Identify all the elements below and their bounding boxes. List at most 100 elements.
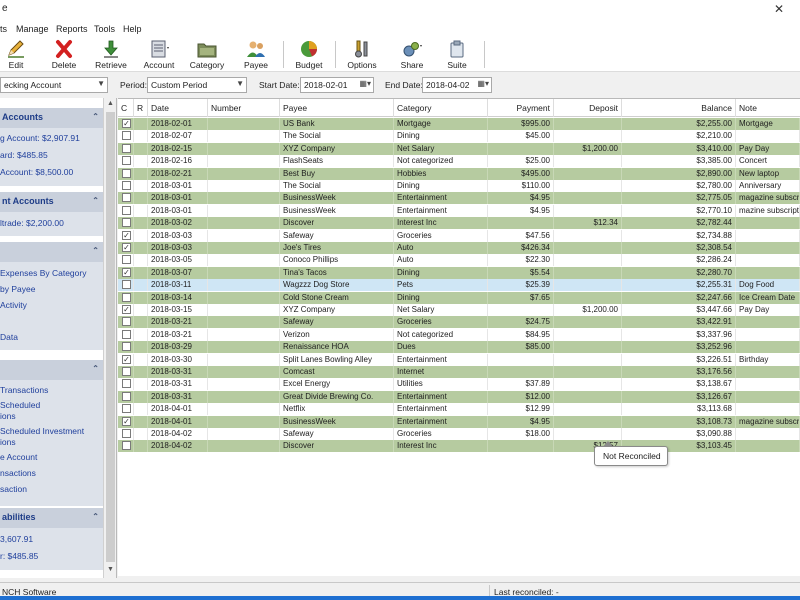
cell-date[interactable]: 2018-03-05: [148, 254, 208, 267]
col-header-balance[interactable]: Balance: [622, 99, 736, 117]
cell-payee[interactable]: US Bank: [280, 118, 394, 130]
share-button[interactable]: Share: [394, 38, 430, 71]
cell-date[interactable]: 2018-03-11: [148, 279, 208, 292]
menu-reports[interactable]: Reports: [56, 24, 88, 34]
cell-note[interactable]: [736, 130, 800, 143]
cell-date[interactable]: 2018-04-02: [148, 428, 208, 440]
cleared-checkbox[interactable]: [122, 280, 131, 290]
table-row[interactable]: 2018-02-15 XYZ Company Net Salary $1,200.00…: [118, 142, 800, 155]
cell-number[interactable]: [208, 180, 280, 192]
collapse-icon[interactable]: ⌃: [92, 364, 99, 373]
cell-payment[interactable]: [488, 217, 554, 230]
cleared-cell[interactable]: [118, 204, 134, 217]
cell-category[interactable]: Dining: [394, 291, 488, 304]
reconciled-cell[interactable]: [134, 254, 148, 267]
cell-note[interactable]: [736, 378, 800, 391]
cleared-checkbox[interactable]: [122, 317, 131, 327]
cell-date[interactable]: 2018-03-14: [148, 291, 208, 304]
cell-number[interactable]: [208, 155, 280, 168]
cell-balance[interactable]: $3,410.00: [622, 142, 736, 155]
cell-payee[interactable]: XYZ Company: [280, 304, 394, 316]
end-date-field[interactable]: 2018-04-02 ▦▾: [422, 77, 492, 93]
cell-note[interactable]: [736, 316, 800, 329]
reconciled-cell[interactable]: [134, 415, 148, 428]
cell-deposit[interactable]: [554, 155, 622, 168]
cell-note[interactable]: [736, 440, 800, 453]
cell-category[interactable]: Auto: [394, 254, 488, 267]
reconciled-cell[interactable]: [134, 242, 148, 254]
col-header-r[interactable]: R: [134, 99, 148, 117]
cleared-checkbox[interactable]: [122, 181, 131, 190]
collapse-icon[interactable]: ⌃: [92, 112, 99, 121]
cell-deposit[interactable]: [554, 204, 622, 217]
cell-number[interactable]: [208, 341, 280, 354]
table-row[interactable]: ✓ 2018-03-30 Split Lanes Bowling Alley Ente…: [118, 353, 800, 366]
cell-category[interactable]: Auto: [394, 242, 488, 254]
cleared-cell[interactable]: [118, 390, 134, 403]
table-row[interactable]: 2018-04-01 Netflix Entertainment $12.99 $3,1…: [118, 403, 800, 416]
table-row[interactable]: ✓ 2018-02-01 US Bank Mortgage $995.00 $2,255.…: [118, 118, 800, 130]
cell-payee[interactable]: The Social: [280, 130, 394, 143]
cell-note[interactable]: magazine subscrip: [736, 415, 800, 428]
sidebar-liability-total[interactable]: 3,607.91: [0, 534, 103, 551]
cell-category[interactable]: Groceries: [394, 316, 488, 329]
cell-note[interactable]: Dog Food: [736, 279, 800, 292]
cleared-checkbox[interactable]: [122, 292, 131, 302]
cell-note[interactable]: [736, 229, 800, 242]
cell-note[interactable]: [736, 390, 800, 403]
table-row[interactable]: 2018-03-01 BusinessWeek Entertainment $4.95…: [118, 204, 800, 217]
cleared-cell[interactable]: [118, 341, 134, 354]
cell-number[interactable]: [208, 266, 280, 279]
table-row[interactable]: 2018-03-21 Verizon Not categorized $84.95 $3…: [118, 328, 800, 341]
cell-payment[interactable]: $5.54: [488, 266, 554, 279]
col-header-payee[interactable]: Payee: [280, 99, 394, 117]
cell-date[interactable]: 2018-03-01: [148, 204, 208, 217]
sidebar-task-scheduled-investment[interactable]: Scheduled Investment: [0, 426, 103, 437]
cell-payee[interactable]: Wagzzz Dog Store: [280, 279, 394, 292]
cell-category[interactable]: Internet: [394, 366, 488, 378]
col-header-deposit[interactable]: Deposit: [554, 99, 622, 117]
cell-number[interactable]: [208, 366, 280, 378]
menu-manage[interactable]: Manage: [16, 24, 49, 34]
reconciled-cell[interactable]: [134, 403, 148, 416]
cell-payee[interactable]: Cold Stone Cream: [280, 291, 394, 304]
cleared-cell[interactable]: [118, 180, 134, 192]
collapse-icon[interactable]: ⌃: [92, 196, 99, 205]
cleared-checkbox[interactable]: [122, 218, 131, 228]
menu-help[interactable]: Help: [123, 24, 142, 34]
cell-payee[interactable]: Discover: [280, 217, 394, 230]
cell-deposit[interactable]: [554, 254, 622, 267]
cell-balance[interactable]: $3,138.67: [622, 378, 736, 391]
reconciled-cell[interactable]: [134, 204, 148, 217]
cell-number[interactable]: [208, 204, 280, 217]
cell-payee[interactable]: FlashSeats: [280, 155, 394, 168]
cell-category[interactable]: Dining: [394, 266, 488, 279]
cell-balance[interactable]: $2,782.44: [622, 217, 736, 230]
reconciled-cell[interactable]: [134, 440, 148, 453]
cleared-cell[interactable]: ✓: [118, 266, 134, 279]
cell-deposit[interactable]: [554, 403, 622, 416]
cell-deposit[interactable]: [554, 341, 622, 354]
reconciled-cell[interactable]: [134, 341, 148, 354]
cell-category[interactable]: Entertainment: [394, 403, 488, 416]
reconciled-cell[interactable]: [134, 390, 148, 403]
cleared-checkbox[interactable]: [122, 429, 131, 438]
cell-balance[interactable]: $3,447.66: [622, 304, 736, 316]
cell-date[interactable]: 2018-03-31: [148, 390, 208, 403]
cell-number[interactable]: [208, 328, 280, 341]
cell-date[interactable]: 2018-03-01: [148, 192, 208, 205]
table-row[interactable]: 2018-02-16 FlashSeats Not categorized $25.0…: [118, 155, 800, 168]
reconciled-cell[interactable]: [134, 192, 148, 205]
cell-deposit[interactable]: [554, 378, 622, 391]
cell-payment[interactable]: $12.00: [488, 390, 554, 403]
reconciled-cell[interactable]: [134, 155, 148, 168]
cell-payment[interactable]: [488, 366, 554, 378]
retrieve-button[interactable]: Retrieve: [92, 38, 130, 71]
cell-number[interactable]: [208, 291, 280, 304]
reconciled-cell[interactable]: [134, 366, 148, 378]
cell-date[interactable]: 2018-03-07: [148, 266, 208, 279]
reconciled-cell[interactable]: [134, 279, 148, 292]
cell-deposit[interactable]: $1,200.00: [554, 304, 622, 316]
cell-balance[interactable]: $2,770.10: [622, 204, 736, 217]
cleared-cell[interactable]: [118, 440, 134, 453]
